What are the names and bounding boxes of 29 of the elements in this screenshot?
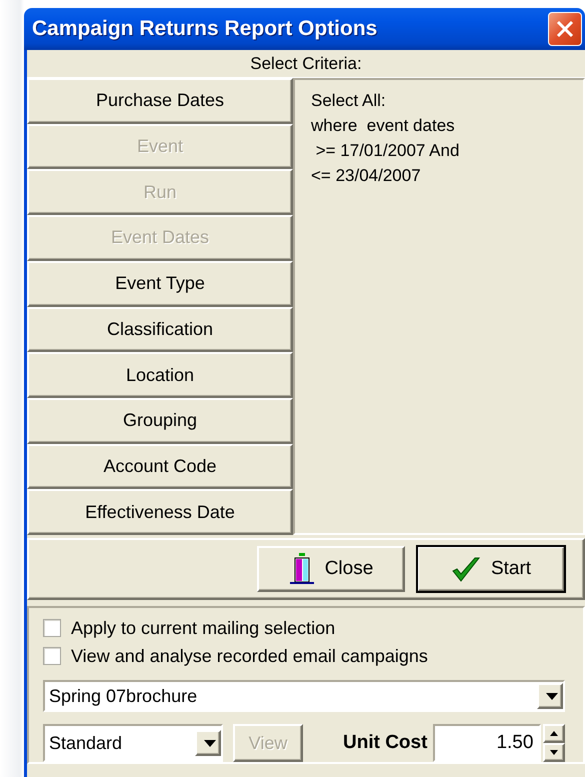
door-icon — [288, 553, 315, 585]
section-heading: Select Criteria: — [250, 54, 362, 74]
checkbox-label: View and analyse recorded email campaigns — [71, 646, 428, 666]
criteria-button[interactable]: Grouping — [27, 398, 293, 444]
close-button[interactable] — [548, 12, 582, 46]
close-report-button[interactable]: Close — [257, 546, 405, 592]
criteria-button[interactable]: Purchase Dates — [27, 78, 293, 124]
campaign-dropdown[interactable]: Spring 07brochure — [43, 680, 565, 712]
unit-cost-label: Unit Cost — [343, 732, 428, 754]
criteria-button[interactable]: Location — [27, 352, 293, 398]
summary-line: Select All: — [311, 90, 387, 112]
checkbox-label: Apply to current mailing selection — [71, 618, 336, 638]
close-icon — [556, 20, 574, 38]
checkmark-icon — [450, 555, 481, 583]
spin-up-icon[interactable] — [543, 724, 566, 743]
criteria-button[interactable]: Event Type — [27, 260, 293, 307]
criteria-button[interactable]: Effectiveness Date — [27, 489, 293, 536]
summary-line: >= 17/01/2007 And — [314, 140, 460, 162]
type-dropdown[interactable]: Standard — [43, 724, 223, 762]
window-title: Campaign Returns Report Options — [32, 17, 378, 41]
summary-line: <= 23/04/2007 — [311, 165, 422, 187]
criteria-button[interactable]: Classification — [27, 306, 293, 352]
checkbox[interactable] — [43, 619, 61, 637]
checkbox[interactable] — [43, 647, 61, 665]
spin-down-icon[interactable] — [543, 743, 566, 762]
summary-line: where event dates — [311, 115, 456, 137]
criteria-button[interactable]: Account Code — [27, 444, 293, 490]
start-button[interactable]: Start — [417, 546, 565, 592]
unit-cost-field[interactable]: 1.50 — [433, 724, 542, 762]
